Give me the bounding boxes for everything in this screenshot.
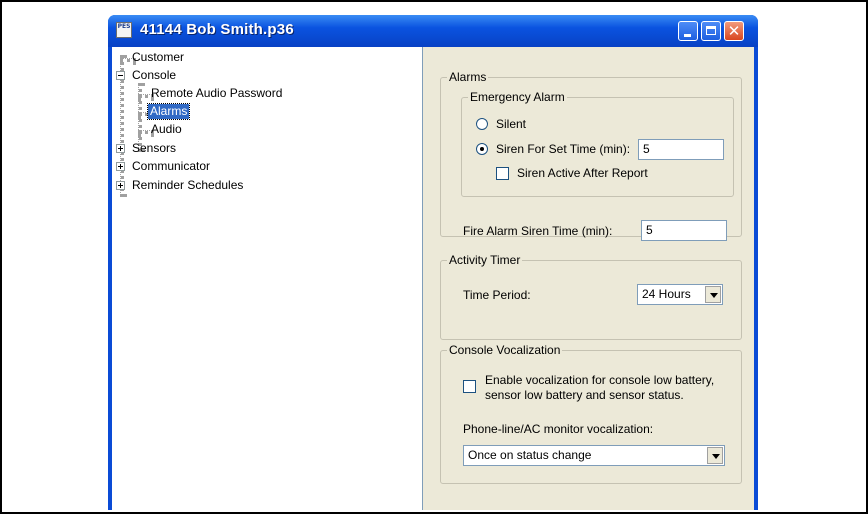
tree-item-customer[interactable]: Customer xyxy=(112,50,412,66)
app-window: PES 41144 Bob Smith.p36 ✕ Customer Conso… xyxy=(108,15,758,510)
siren-active-after-report-checkbox[interactable] xyxy=(496,167,509,180)
tree-item-remote-audio-password[interactable]: Remote Audio Password xyxy=(112,86,412,102)
window-client-area: Customer Console Remote Audio Password A… xyxy=(112,47,754,510)
phone-line-vocalization-label: Phone-line/AC monitor vocalization: xyxy=(463,422,654,436)
tree-item-label: Reminder Schedules xyxy=(132,178,244,192)
phone-line-vocalization-dropdown[interactable]: Once on status change xyxy=(463,445,725,466)
expand-icon[interactable] xyxy=(116,162,125,171)
tree-item-alarms[interactable]: Alarms xyxy=(112,103,412,120)
title-bar[interactable]: PES 41144 Bob Smith.p36 ✕ xyxy=(108,15,758,47)
enable-vocalization-checkbox[interactable] xyxy=(463,380,476,393)
expand-icon[interactable] xyxy=(116,181,125,190)
tree-item-audio[interactable]: Audio xyxy=(112,122,412,138)
alarms-group-label: Alarms xyxy=(447,70,489,85)
silent-label: Silent xyxy=(496,117,527,131)
siren-set-time-radio[interactable] xyxy=(476,143,488,155)
alarms-group: Alarms Emergency Alarm Silent Siren For … xyxy=(440,70,742,241)
activity-timer-label: Activity Timer xyxy=(447,253,523,268)
chevron-down-icon[interactable] xyxy=(705,286,721,303)
tree-item-label: Audio xyxy=(151,122,182,136)
expand-icon[interactable] xyxy=(116,144,125,153)
collapse-icon[interactable] xyxy=(116,71,125,80)
enable-vocalization-label-line2: sensor low battery and sensor status. xyxy=(485,388,684,402)
window-title: 41144 Bob Smith.p36 xyxy=(140,21,294,38)
tree-item-label: Console xyxy=(132,68,177,82)
maximize-icon xyxy=(706,26,716,35)
time-period-value: 24 Hours xyxy=(642,287,691,301)
console-vocalization-group: Console Vocalization Enable vocalization… xyxy=(440,343,742,484)
siren-time-input[interactable]: 5 xyxy=(638,139,724,160)
time-period-dropdown[interactable]: 24 Hours xyxy=(637,284,723,305)
fire-alarm-siren-time-label: Fire Alarm Siren Time (min): xyxy=(463,224,613,238)
tree-item-label: Remote Audio Password xyxy=(151,86,283,100)
fire-alarm-siren-time-input[interactable]: 5 xyxy=(641,220,727,241)
silent-radio[interactable] xyxy=(476,118,488,130)
phone-line-vocalization-value: Once on status change xyxy=(468,448,592,462)
close-icon: ✕ xyxy=(727,22,741,40)
settings-tree[interactable]: Customer Console Remote Audio Password A… xyxy=(112,47,423,510)
siren-set-time-label: Siren For Set Time (min): xyxy=(496,142,631,156)
tree-item-label: Customer xyxy=(132,50,185,64)
app-icon: PES xyxy=(116,22,132,38)
maximize-button[interactable] xyxy=(701,21,721,41)
tree-item-label: Communicator xyxy=(132,159,211,173)
minimize-button[interactable] xyxy=(678,21,698,41)
emergency-alarm-label: Emergency Alarm xyxy=(468,90,567,105)
console-vocalization-label: Console Vocalization xyxy=(447,343,563,358)
tree-item-communicator[interactable]: Communicator xyxy=(112,159,412,175)
tree-item-console[interactable]: Console xyxy=(112,68,412,84)
tree-item-label: Sensors xyxy=(132,141,177,155)
minimize-icon xyxy=(684,34,691,37)
settings-panel: Alarms Emergency Alarm Silent Siren For … xyxy=(430,47,754,510)
activity-timer-group: Activity Timer Time Period: 24 Hours xyxy=(440,253,742,340)
time-period-label: Time Period: xyxy=(463,288,531,302)
close-button[interactable]: ✕ xyxy=(724,21,744,41)
tree-item-reminder-schedules[interactable]: Reminder Schedules xyxy=(112,178,412,194)
emergency-alarm-group: Emergency Alarm Silent Siren For Set Tim… xyxy=(461,90,734,197)
chevron-down-icon[interactable] xyxy=(707,447,723,464)
enable-vocalization-label-line1: Enable vocalization for console low batt… xyxy=(485,373,715,387)
siren-active-after-report-label: Siren Active After Report xyxy=(517,166,648,180)
tree-item-sensors[interactable]: Sensors xyxy=(112,141,412,157)
tree-item-label: Alarms xyxy=(146,103,191,120)
